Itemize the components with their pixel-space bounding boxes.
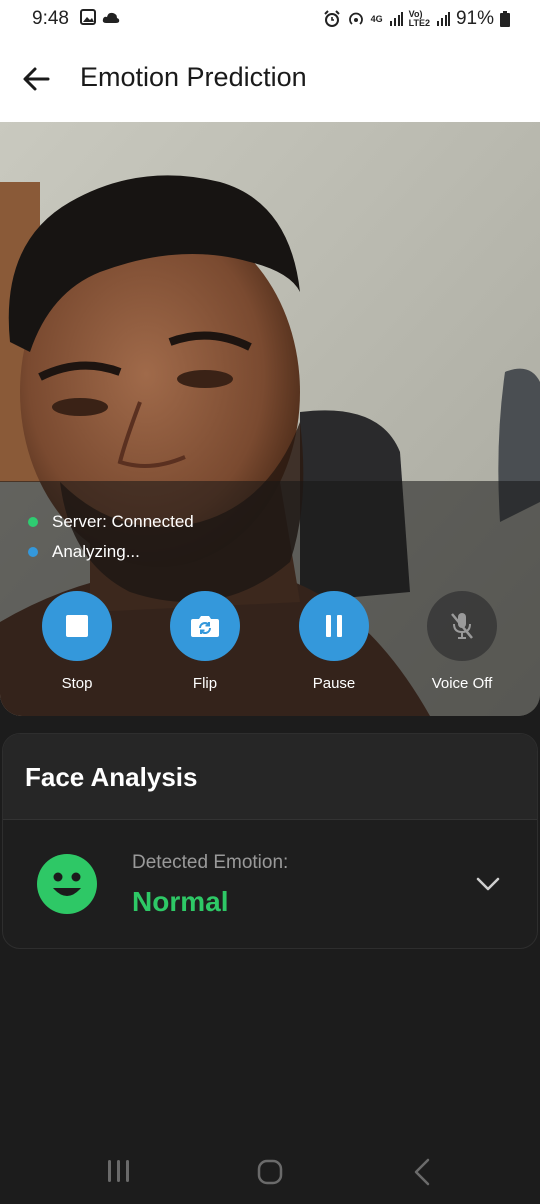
voice-control: Voice Off — [417, 591, 507, 692]
server-status-dot — [28, 517, 38, 527]
recent-apps-button[interactable] — [106, 1158, 132, 1189]
pause-icon — [326, 615, 342, 637]
battery-icon — [500, 11, 510, 27]
camera-flip-icon — [191, 616, 219, 637]
analysis-status: Analyzing... — [28, 542, 140, 562]
detected-emotion-value: Normal — [132, 886, 229, 917]
face-analysis-title: Face Analysis — [25, 762, 198, 792]
gallery-icon — [80, 9, 96, 25]
voice-off-label: Voice Off — [431, 675, 493, 692]
home-button[interactable] — [256, 1158, 284, 1191]
flip-button[interactable] — [170, 591, 240, 661]
stop-button[interactable] — [42, 591, 112, 661]
pause-button[interactable] — [299, 591, 369, 661]
chevron-down-icon — [476, 877, 500, 891]
voice-off-button[interactable] — [427, 591, 497, 661]
camera-preview: Server: Connected Analyzing... Stop Flip… — [0, 122, 540, 716]
hotspot-icon — [348, 12, 363, 25]
flip-control: Flip — [160, 591, 250, 692]
back-nav-icon — [414, 1158, 430, 1186]
stop-control: Stop — [32, 591, 122, 692]
status-time: 9:48 — [32, 8, 69, 29]
battery-percent: 91% — [455, 8, 494, 29]
analysis-status-dot — [28, 547, 38, 557]
mic-off-icon — [451, 613, 473, 639]
page-title: Emotion Prediction — [80, 62, 307, 92]
system-nav-bar — [0, 1140, 540, 1204]
arrow-left-icon — [23, 67, 50, 91]
face-analysis-card: Face Analysis Detected Emotion: Normal — [2, 733, 538, 949]
signal-icon — [389, 12, 403, 26]
back-button[interactable] — [20, 62, 54, 96]
expand-button[interactable] — [473, 872, 503, 896]
analysis-status-text: Analyzing... — [52, 542, 140, 561]
volte-bottom-label: LTE2 — [408, 18, 430, 28]
app-header: Emotion Prediction — [0, 38, 540, 122]
status-bar: 9:48 4G Vo) LTE2 91% — [0, 0, 540, 38]
detected-emotion-label: Detected Emotion: — [132, 852, 289, 873]
cloud-icon — [102, 12, 120, 23]
flip-label: Flip — [192, 675, 218, 692]
back-nav-button[interactable] — [410, 1158, 434, 1191]
emotion-face-icon — [37, 854, 97, 914]
stop-icon — [66, 615, 88, 637]
server-status: Server: Connected — [28, 512, 194, 532]
pause-label: Pause — [312, 675, 356, 692]
recent-apps-icon — [108, 1160, 129, 1182]
home-icon — [257, 1159, 283, 1185]
pause-control: Pause — [289, 591, 379, 692]
face-analysis-header: Face Analysis — [3, 734, 537, 820]
smiley-icon — [53, 872, 81, 896]
signal-icon-2 — [436, 12, 450, 26]
network-4g-label: 4G — [370, 13, 383, 24]
stop-label: Stop — [61, 675, 93, 692]
volte-label: Vo) LTE2 — [409, 10, 430, 28]
server-status-text: Server: Connected — [52, 512, 194, 531]
alarm-icon — [323, 10, 340, 27]
